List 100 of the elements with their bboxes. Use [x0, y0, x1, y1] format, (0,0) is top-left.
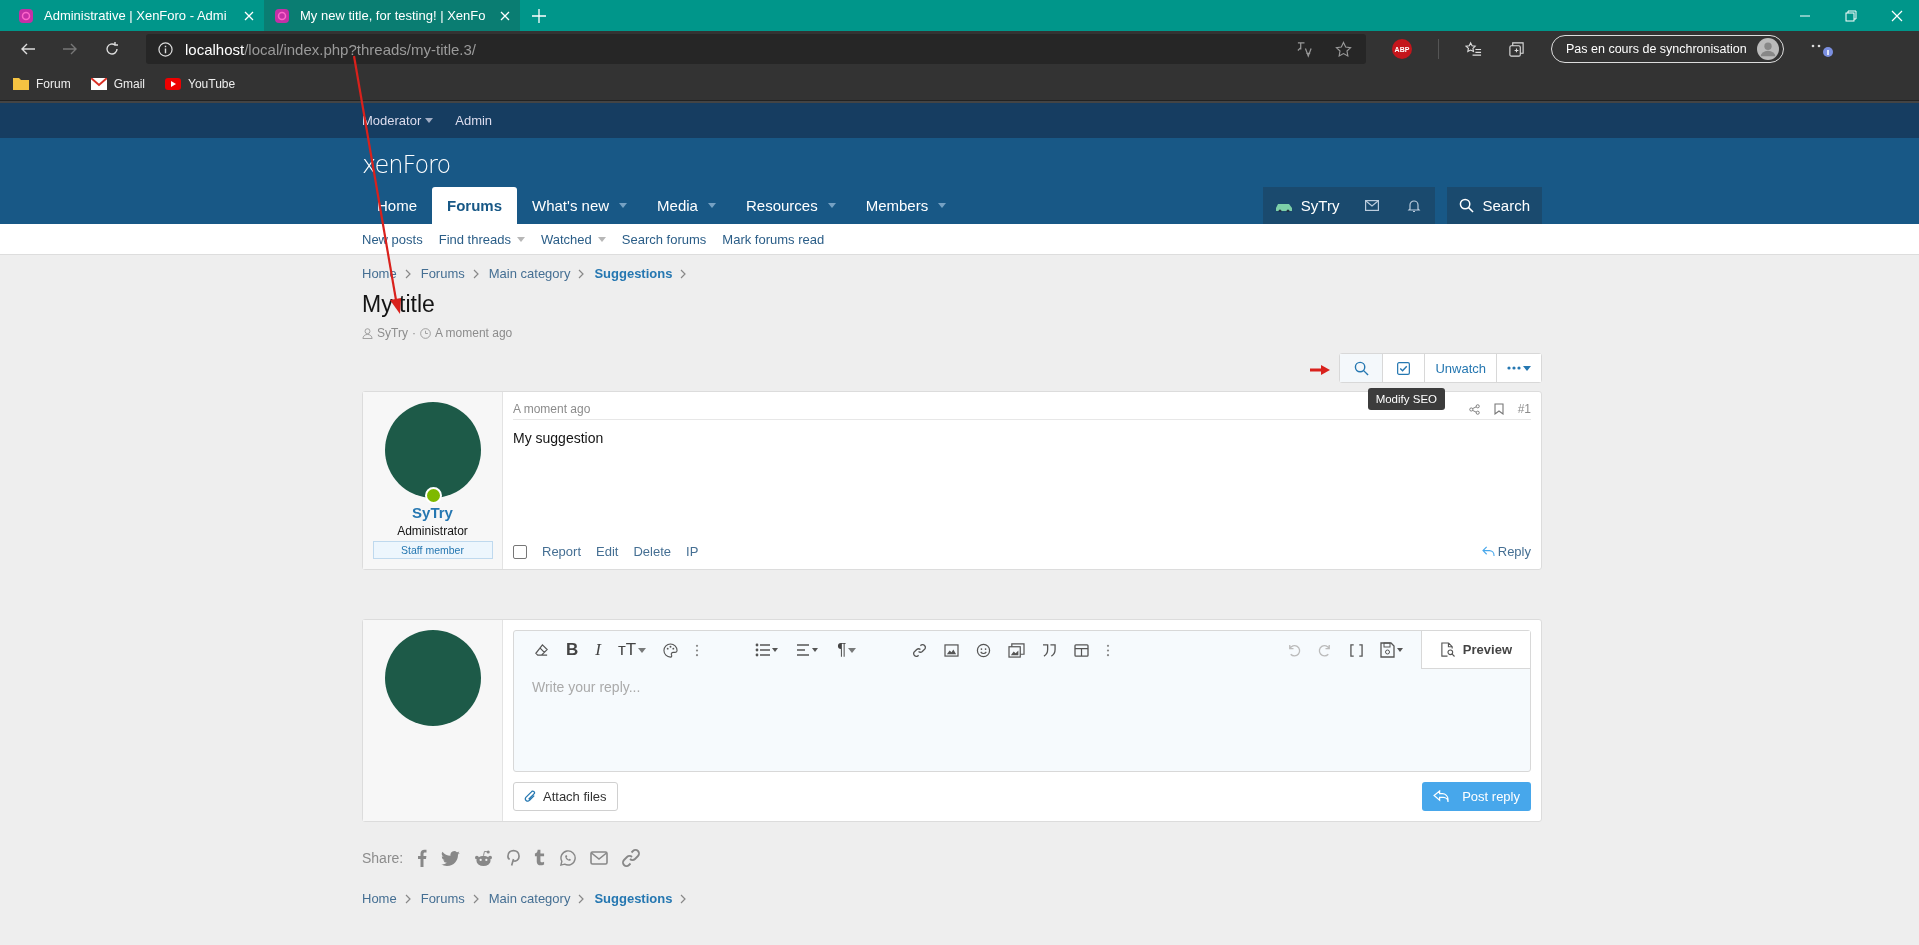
subnav-link[interactable]: Watched — [540, 231, 606, 247]
bookmark-item[interactable]: Forum — [13, 76, 71, 91]
palette-icon[interactable] — [663, 642, 679, 658]
folder-icon — [13, 77, 29, 90]
subnav-link[interactable]: Search forums — [621, 231, 707, 247]
reddit-icon[interactable] — [474, 849, 494, 867]
bold-button[interactable]: B — [566, 640, 579, 660]
site-favicon-icon — [18, 7, 34, 24]
chevron-right-icon — [472, 268, 479, 279]
align-icon[interactable] — [796, 643, 821, 657]
pinterest-icon[interactable] — [507, 849, 521, 867]
breadcrumb-link[interactable]: Suggestions — [594, 891, 673, 906]
reply-input-field[interactable]: Write your reply... — [514, 669, 1530, 705]
new-tab-icon[interactable] — [532, 8, 546, 23]
reply-arrow-icon — [1433, 790, 1451, 803]
post-action-link[interactable]: Delete — [633, 544, 671, 559]
brackets-icon[interactable] — [1349, 643, 1363, 657]
breadcrumb-link[interactable]: Main category — [488, 266, 571, 281]
refresh-icon[interactable] — [104, 41, 120, 57]
reply-link[interactable]: Reply — [1481, 544, 1531, 559]
browser-tab[interactable]: Administrative | XenForo - Admi — [8, 0, 264, 31]
link-icon[interactable] — [912, 642, 928, 658]
subnav-link[interactable]: Mark forums read — [722, 231, 825, 247]
bookmark-item[interactable]: YouTube — [165, 76, 236, 91]
table-icon[interactable] — [1074, 643, 1090, 657]
play-icon — [165, 77, 181, 90]
chevron-right-icon — [472, 893, 479, 904]
paperclip-icon — [524, 789, 537, 804]
alerts-button[interactable] — [1393, 187, 1436, 224]
bookmark-item[interactable]: Gmail — [90, 76, 145, 91]
facebook-icon[interactable] — [417, 849, 428, 867]
font-size-button[interactable]: тT — [617, 640, 647, 660]
username-link[interactable]: SyTry — [412, 504, 453, 521]
seo-search-button[interactable] — [1340, 354, 1383, 382]
restore-icon[interactable] — [1845, 9, 1857, 22]
twitter-icon[interactable] — [441, 850, 461, 866]
search-button[interactable]: Search — [1447, 187, 1542, 224]
bookmark-label: Forum — [36, 76, 71, 91]
address-bar[interactable]: localhost/local/index.php?threads/my-title.3/ — [146, 34, 1366, 64]
close-tab-icon[interactable] — [244, 10, 254, 21]
bookmark-icon[interactable] — [1493, 403, 1504, 415]
favorites-list-icon[interactable] — [1465, 40, 1482, 58]
whatsapp-icon[interactable] — [559, 849, 577, 867]
image-icon[interactable] — [944, 643, 960, 657]
email-icon[interactable] — [590, 851, 609, 865]
share-icon[interactable] — [1468, 403, 1480, 415]
chevron-right-icon — [578, 893, 585, 904]
media-icon[interactable] — [1008, 642, 1026, 658]
favorite-star-icon[interactable] — [1335, 40, 1352, 58]
post-action-link[interactable]: IP — [686, 544, 699, 559]
more-options-button[interactable] — [1496, 354, 1541, 382]
close-tab-icon[interactable] — [500, 10, 510, 21]
reply-editor[interactable]: B I тT ¶ Preview Write your reply... — [513, 630, 1531, 772]
nav-tab[interactable]: Resources — [730, 187, 851, 224]
breadcrumb-link[interactable]: Main category — [488, 891, 571, 906]
breadcrumb-link[interactable]: Forums — [420, 266, 465, 281]
user-menu-link[interactable]: SyTry — [1262, 187, 1352, 224]
italic-button[interactable]: I — [595, 640, 601, 660]
nav-tab[interactable]: What's new — [517, 187, 643, 224]
link-icon[interactable] — [622, 849, 641, 867]
subnav-link[interactable]: Find threads — [438, 231, 525, 247]
chevron-right-icon — [404, 268, 411, 279]
forward-icon[interactable] — [62, 41, 78, 57]
post-action-link[interactable]: Report — [542, 544, 582, 559]
search-icon — [1353, 360, 1369, 376]
nav-tab[interactable]: Members — [850, 187, 962, 224]
nav-tab[interactable]: Media — [642, 187, 731, 224]
post-date-link[interactable]: A moment ago — [513, 402, 591, 416]
preview-button[interactable]: Preview — [1420, 631, 1530, 669]
caret-icon — [848, 647, 857, 653]
tumblr-icon[interactable] — [534, 849, 546, 867]
back-icon[interactable] — [20, 41, 36, 57]
select-checkbox[interactable] — [513, 544, 527, 559]
breadcrumb-link[interactable]: Home — [362, 891, 397, 906]
list-icon[interactable] — [755, 643, 780, 657]
user-icon — [362, 327, 373, 339]
breadcrumb-link[interactable]: Suggestions — [594, 266, 673, 281]
eraser-icon[interactable] — [534, 642, 549, 658]
mail-icon — [90, 77, 107, 90]
browser-tab[interactable]: My new title, for testing! | XenFo — [264, 0, 520, 31]
nav-tab[interactable]: Forums — [432, 187, 518, 224]
staff-menu-link[interactable]: Admin — [455, 113, 493, 128]
smiley-icon[interactable] — [976, 642, 992, 658]
collections-icon[interactable] — [1508, 40, 1525, 58]
bookmark-label: YouTube — [188, 76, 236, 91]
paragraph-format-button[interactable]: ¶ — [837, 640, 857, 660]
url-host: localhost — [185, 40, 245, 58]
avatar-icon — [1756, 38, 1779, 60]
quote-icon[interactable] — [1042, 643, 1058, 657]
post-action-link[interactable]: Edit — [596, 544, 619, 559]
close-icon[interactable] — [1891, 9, 1903, 22]
more-vertical-icon[interactable] — [1106, 643, 1111, 657]
search-icon — [1459, 198, 1475, 213]
post-body: My suggestion — [513, 430, 605, 448]
thread-title: My title — [362, 291, 436, 318]
save-draft-icon[interactable] — [1379, 642, 1404, 658]
attach-files-button[interactable]: Attach files — [513, 782, 618, 811]
more-vertical-icon[interactable] — [695, 643, 700, 657]
breadcrumb-link[interactable]: Forums — [420, 891, 465, 906]
tooltip: Modify SEO — [1367, 388, 1445, 410]
